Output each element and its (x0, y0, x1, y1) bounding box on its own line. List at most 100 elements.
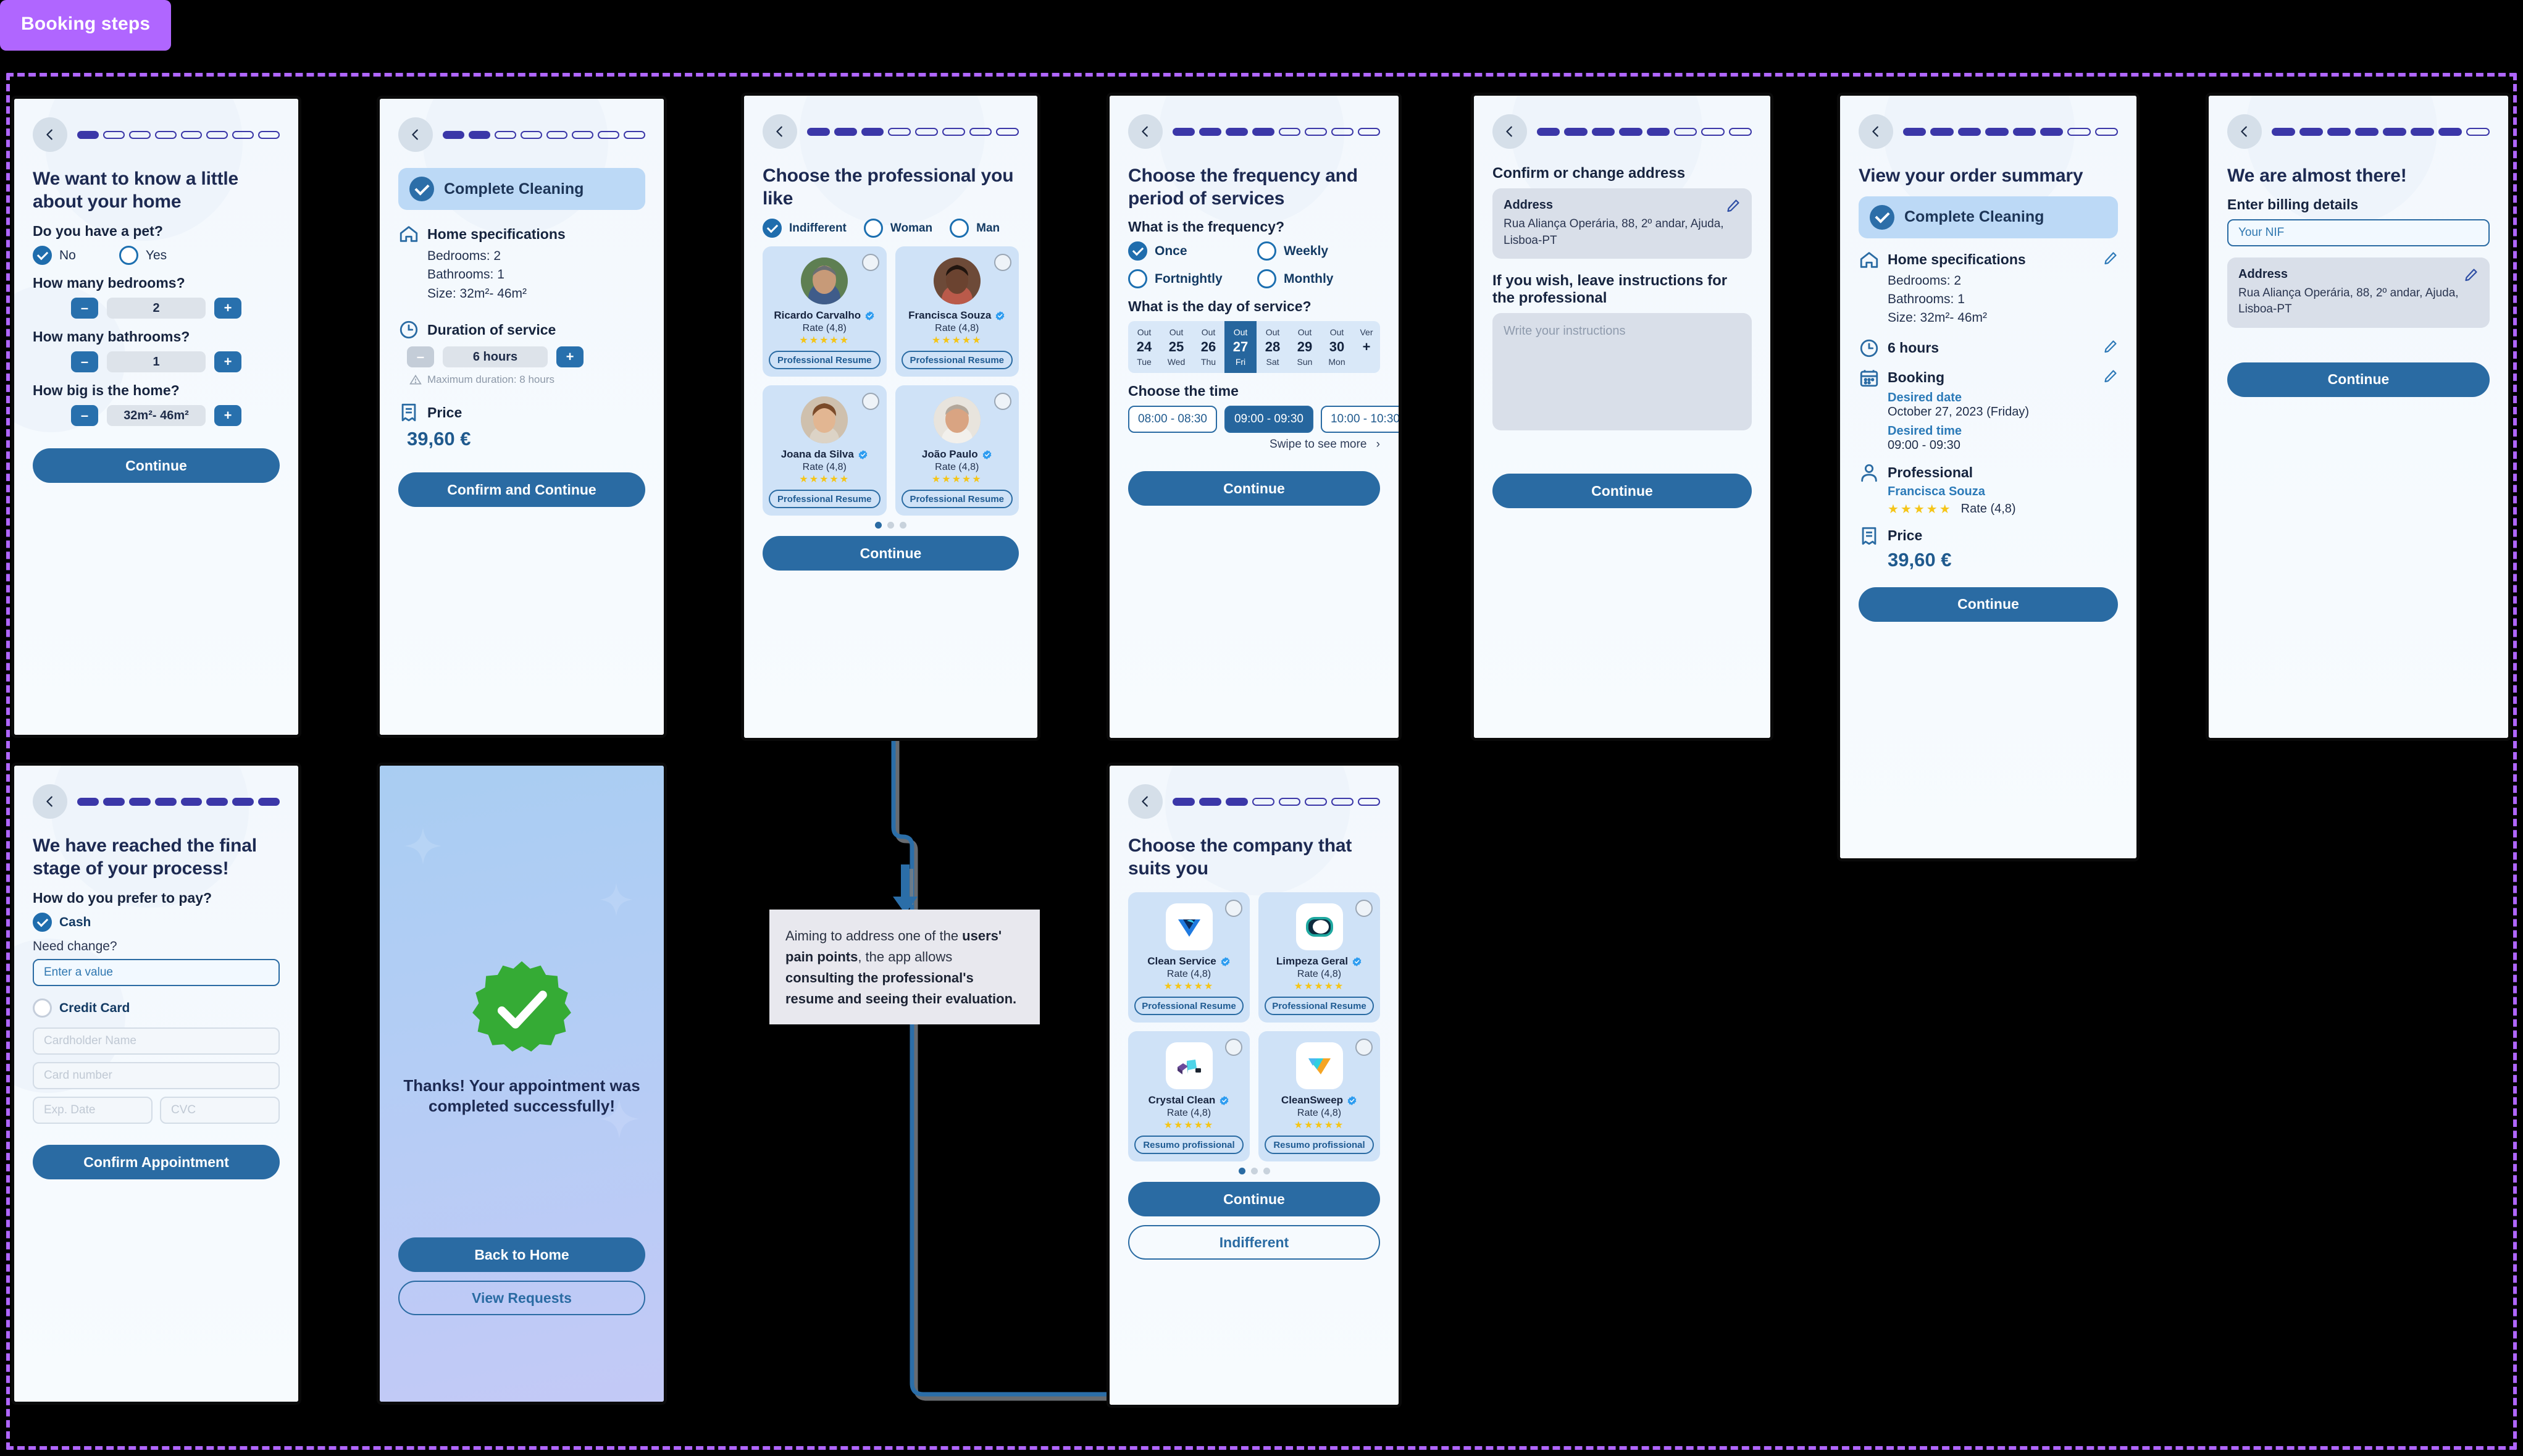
spec-size: Size: 32m²- 46m² (1888, 311, 1988, 325)
edit-pencil-icon[interactable] (1726, 198, 1741, 213)
back-button[interactable] (398, 117, 433, 152)
nif-input[interactable]: Your NIF (2227, 219, 2490, 246)
pager-dot[interactable] (875, 522, 882, 529)
back-button[interactable] (33, 117, 67, 152)
gender-option-woman[interactable]: Woman (863, 219, 932, 238)
duration-plus-button[interactable]: + (556, 346, 584, 368)
frequency-option-monthly[interactable]: Monthly (1257, 269, 1380, 289)
card-number-input[interactable]: Card number (33, 1062, 280, 1090)
pager-dot[interactable] (1250, 1168, 1258, 1175)
pager-dot[interactable] (887, 522, 894, 529)
back-button[interactable] (1128, 784, 1163, 819)
day-cell[interactable]: Out 30 Mon (1321, 321, 1353, 373)
confirm-appointment-button[interactable]: Confirm Appointment (33, 1145, 280, 1180)
gender-option-man[interactable]: Man (950, 219, 1000, 238)
back-to-home-button[interactable]: Back to Home (398, 1237, 645, 1272)
company-card[interactable]: Crystal Clean Rate (4,8) ★★★★★ Resumo pr… (1128, 1031, 1250, 1162)
company-resume-button[interactable]: Resumo profissional (1134, 1136, 1244, 1155)
bathrooms-plus-button[interactable]: + (214, 351, 241, 373)
back-button[interactable] (1859, 114, 1893, 149)
size-plus-button[interactable]: + (214, 405, 241, 427)
day-cell-selected[interactable]: Out 27 Fri (1224, 321, 1257, 374)
payment-option-cash[interactable]: Cash (33, 913, 280, 932)
select-radio[interactable] (861, 254, 879, 272)
company-card[interactable]: CleanSweep Rate (4,8) ★★★★★ Resumo profi… (1258, 1031, 1380, 1162)
back-button[interactable] (2227, 114, 2262, 149)
bathrooms-minus-button[interactable]: – (71, 351, 98, 373)
change-value-input[interactable]: Enter a value (33, 959, 280, 987)
pet-option-yes[interactable]: Yes (119, 246, 167, 266)
select-radio[interactable] (1355, 1039, 1373, 1056)
pet-option-no[interactable]: No (33, 246, 76, 266)
back-button[interactable] (763, 114, 797, 149)
service-chip[interactable]: Complete Cleaning (398, 168, 645, 210)
day-cell-see-more[interactable]: Ver + (1353, 321, 1380, 373)
address-card[interactable]: Address Rua Aliança Operária, 88, 2º and… (1492, 188, 1752, 259)
company-card[interactable]: Limpeza Geral Rate (4,8) ★★★★★ Professio… (1258, 892, 1380, 1023)
continue-button[interactable]: Continue (763, 536, 1019, 571)
professional-resume-button[interactable]: Professional Resume (901, 351, 1013, 370)
progress-indicator (807, 127, 1019, 136)
continue-button[interactable]: Continue (1859, 587, 2118, 622)
select-radio[interactable] (861, 393, 879, 411)
time-slot[interactable]: 08:00 - 08:30 (1128, 406, 1217, 433)
frequency-option-fortnightly[interactable]: Fortnightly (1128, 269, 1251, 289)
cardholder-name-input[interactable]: Cardholder Name (33, 1027, 280, 1055)
frequency-option-once[interactable]: Once (1128, 241, 1251, 261)
select-radio[interactable] (1355, 900, 1373, 918)
select-radio[interactable] (1225, 1039, 1242, 1056)
select-radio[interactable] (1225, 900, 1242, 918)
pager-dot[interactable] (900, 522, 906, 529)
duration-minus-button[interactable]: – (407, 346, 434, 368)
company-resume-button[interactable]: Professional Resume (1134, 997, 1244, 1016)
card-exp-date-input[interactable]: Exp. Date (33, 1097, 153, 1124)
day-cell[interactable]: Out 25 Wed (1160, 321, 1192, 373)
professional-card[interactable]: Ricardo Carvalho Rate (4,8) ★★★★★ Profes… (763, 246, 887, 377)
back-button[interactable] (1128, 114, 1163, 149)
confirm-and-continue-button[interactable]: Confirm and Continue (398, 472, 645, 508)
card-cvc-input[interactable]: CVC (160, 1097, 280, 1124)
payment-option-credit-card[interactable]: Credit Card (33, 998, 280, 1018)
day-selector[interactable]: Out 24 Tue Out 25 Wed Out 26 Thu Out 27 … (1128, 321, 1380, 374)
continue-button[interactable]: Continue (1492, 474, 1752, 509)
edit-pencil-icon[interactable] (2464, 267, 2479, 282)
day-cell[interactable]: Out 28 Sat (1257, 321, 1289, 373)
company-name-row: Crystal Clean (1134, 1094, 1244, 1107)
instructions-textarea[interactable]: Write your instructions (1492, 313, 1752, 431)
gender-option-indifferent[interactable]: Indifferent (763, 219, 847, 238)
frequency-option-weekly[interactable]: Weekly (1257, 241, 1380, 261)
time-slot[interactable]: 10:00 - 10:30 (1320, 406, 1399, 433)
service-chip[interactable]: Complete Cleaning (1859, 196, 2118, 238)
day-cell[interactable]: Out 29 Sun (1289, 321, 1321, 373)
back-button[interactable] (33, 784, 67, 819)
company-card[interactable]: Clean Service Rate (4,8) ★★★★★ Professio… (1128, 892, 1250, 1023)
continue-button[interactable]: Continue (2227, 362, 2490, 397)
pager-dot[interactable] (1263, 1168, 1270, 1175)
pager-dot[interactable] (1238, 1168, 1245, 1175)
continue-button[interactable]: Continue (1128, 471, 1380, 506)
select-radio[interactable] (994, 254, 1011, 272)
size-minus-button[interactable]: – (71, 405, 98, 427)
bedrooms-minus-button[interactable]: – (71, 298, 98, 319)
continue-button[interactable]: Continue (33, 448, 280, 483)
time-slot-selected[interactable]: 09:00 - 09:30 (1224, 406, 1313, 433)
back-button[interactable] (1492, 114, 1527, 149)
professional-resume-button[interactable]: Professional Resume (901, 490, 1013, 509)
address-card[interactable]: Address Rua Aliança Operária, 88, 2º and… (2227, 257, 2490, 328)
professional-resume-button[interactable]: Professional Resume (769, 351, 881, 370)
star-rating: ★★★★★ (1163, 981, 1215, 992)
day-cell[interactable]: Out 26 Thu (1192, 321, 1224, 373)
professional-card[interactable]: João Paulo Rate (4,8) ★★★★★ Professional… (895, 385, 1019, 516)
chevron-left-icon (1506, 126, 1512, 137)
view-requests-button[interactable]: View Requests (398, 1281, 645, 1315)
company-resume-button[interactable]: Professional Resume (1265, 997, 1374, 1016)
professional-card[interactable]: Joana da Silva Rate (4,8) ★★★★★ Professi… (763, 385, 887, 516)
day-cell[interactable]: Out 24 Tue (1128, 321, 1160, 373)
bedrooms-plus-button[interactable]: + (214, 298, 241, 319)
professional-resume-button[interactable]: Professional Resume (769, 490, 881, 509)
select-radio[interactable] (994, 393, 1011, 411)
indifferent-button[interactable]: Indifferent (1128, 1225, 1380, 1260)
continue-button[interactable]: Continue (1128, 1182, 1380, 1217)
professional-card[interactable]: Francisca Souza Rate (4,8) ★★★★★ Profess… (895, 246, 1019, 377)
company-resume-button[interactable]: Resumo profissional (1265, 1136, 1374, 1155)
